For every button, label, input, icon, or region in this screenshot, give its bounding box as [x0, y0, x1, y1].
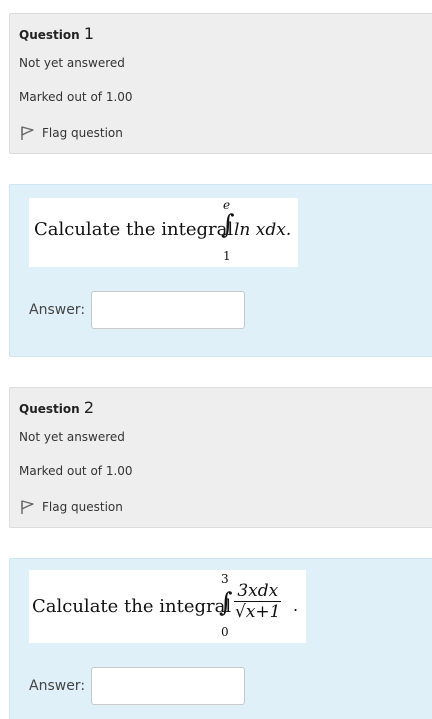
integral-lower-limit: 1	[223, 249, 231, 263]
integrand-suffix: .	[293, 596, 299, 615]
flag-question-label[interactable]: Flag question	[42, 500, 123, 514]
flag-icon	[21, 500, 34, 514]
question-1-info: Question 1 Not yet answered Marked out o…	[9, 13, 432, 154]
question-1-answer-row: Answer:	[29, 291, 246, 329]
question-2-prompt: Calculate the integral	[32, 596, 232, 617]
question-1-prompt: Calculate the integral	[34, 219, 234, 240]
question-number: 2	[83, 398, 95, 417]
question-1-formula-image: Calculate the integral ∫ e 1 ln xdx.	[29, 198, 298, 267]
question-2-status: Not yet answered	[19, 430, 125, 444]
integral-sign: ∫	[221, 210, 235, 240]
integral-upper-limit: 3	[221, 572, 229, 586]
integral-lower-limit: 0	[221, 625, 229, 639]
question-1-status: Not yet answered	[19, 56, 125, 70]
question-1-title: Question 1	[19, 24, 94, 43]
question-2-marks: Marked out of 1.00	[19, 464, 133, 478]
question-2-formulation: Calculate the integral ∫ 3 0 3xdx √x+1 .…	[9, 558, 432, 719]
question-2-title: Question 2	[19, 398, 94, 417]
flag-icon	[21, 126, 34, 140]
question-1-flag-button[interactable]: Flag question	[19, 124, 123, 141]
integral-sign: ∫	[219, 588, 233, 618]
question-label: Question	[19, 28, 80, 42]
question-2-answer-input[interactable]	[91, 667, 246, 705]
integrand-denominator-group: √x+1	[232, 600, 284, 622]
sqrt-symbol: √	[235, 601, 246, 622]
question-label: Question	[19, 402, 80, 416]
question-2-flag-button[interactable]: Flag question	[19, 498, 123, 515]
question-2-formula-image: Calculate the integral ∫ 3 0 3xdx √x+1 .	[29, 570, 306, 643]
answer-label: Answer:	[29, 678, 86, 694]
integral-upper-limit: e	[223, 198, 231, 212]
question-2-answer-row: Answer:	[29, 667, 246, 705]
integrand-denominator: x+1	[245, 600, 281, 622]
answer-label: Answer:	[29, 302, 86, 318]
integrand-fraction: 3xdx √x+1	[232, 582, 284, 622]
question-number: 1	[83, 24, 95, 43]
question-1-formulation: Calculate the integral ∫ e 1 ln xdx. Ans…	[9, 184, 432, 357]
integrand: ln xdx.	[234, 220, 292, 240]
question-1-answer-input[interactable]	[91, 291, 246, 329]
flag-question-label[interactable]: Flag question	[42, 126, 123, 140]
integrand-numerator: 3xdx	[234, 582, 282, 602]
question-1-marks: Marked out of 1.00	[19, 90, 133, 104]
question-2-info: Question 2 Not yet answered Marked out o…	[9, 387, 432, 528]
